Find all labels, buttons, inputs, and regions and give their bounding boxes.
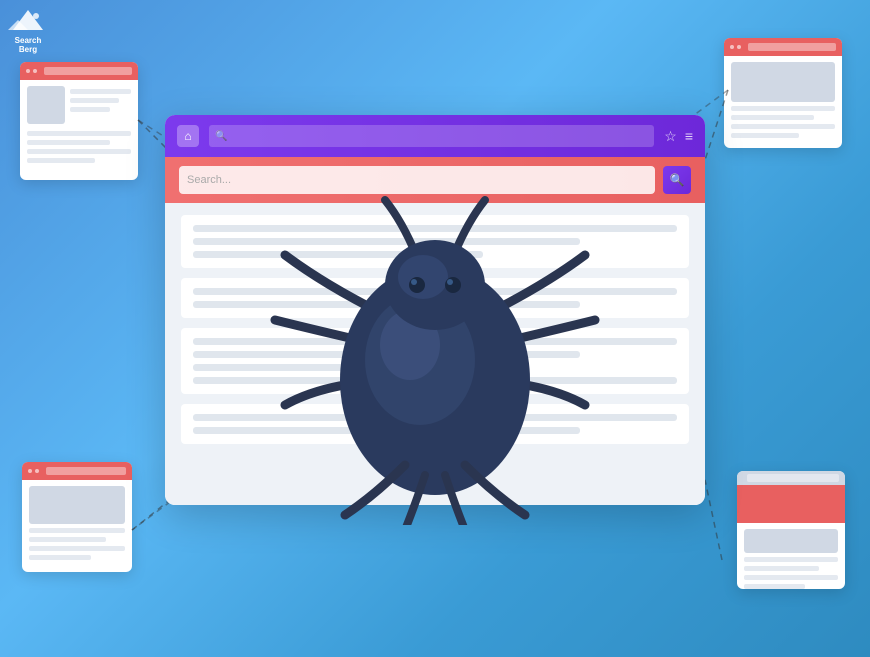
- content-line: [193, 225, 677, 232]
- content-line: [193, 251, 483, 258]
- card-line: [29, 546, 125, 551]
- card-line: [744, 557, 838, 562]
- card-dot: [730, 45, 734, 49]
- card-line: [70, 107, 110, 112]
- card-body: [737, 523, 845, 589]
- search-icon: 🔍: [215, 131, 227, 142]
- browser-search-bar: Search... 🔍: [165, 157, 705, 203]
- card-line: [27, 140, 110, 145]
- card-url-bar: [46, 467, 126, 475]
- search-placeholder: Search...: [187, 174, 231, 186]
- card-image: [29, 486, 125, 524]
- card-url-bar: [44, 67, 132, 75]
- search-input-field[interactable]: Search...: [179, 166, 655, 194]
- logo: SearchBerg: [8, 8, 48, 55]
- content-line: [193, 427, 580, 434]
- card-top-bar: [22, 462, 132, 480]
- content-line: [193, 288, 677, 295]
- card-body: [20, 80, 138, 169]
- card-url-bar: [748, 43, 836, 51]
- card-line: [70, 89, 131, 94]
- card-dot: [33, 69, 37, 73]
- card-dot: [28, 469, 32, 473]
- card-line: [27, 149, 131, 154]
- card-line: [70, 98, 119, 103]
- card-line: [27, 131, 131, 136]
- card-dot: [35, 469, 39, 473]
- card-line: [29, 555, 91, 560]
- card-url-bar: [747, 474, 839, 482]
- card-top-bar: [737, 471, 845, 485]
- card-line: [744, 584, 805, 589]
- content-block-2: [181, 278, 689, 318]
- webpage-card-top-right: [724, 38, 842, 148]
- card-top-bar: [724, 38, 842, 56]
- card-image: [27, 86, 65, 124]
- card-image: [744, 529, 838, 553]
- content-block-1: [181, 215, 689, 268]
- search-go-button[interactable]: 🔍: [663, 166, 691, 194]
- content-block-3: [181, 328, 689, 394]
- content-line: [193, 301, 580, 308]
- browser-window: ⌂ 🔍 ☆ ≡ Search... 🔍: [165, 115, 705, 505]
- content-block-4: [181, 404, 689, 444]
- content-line: [193, 338, 677, 345]
- card-dot: [26, 69, 30, 73]
- logo-text: SearchBerg: [15, 37, 42, 55]
- card-line: [731, 106, 835, 111]
- browser-content-area: [165, 203, 705, 505]
- card-line: [744, 575, 838, 580]
- home-icon: ⌂: [177, 125, 199, 147]
- browser-right-icons: ☆ ≡: [664, 128, 693, 145]
- card-top-bar: [20, 62, 138, 80]
- card-line: [731, 133, 799, 138]
- card-image: [731, 62, 835, 102]
- content-line: [193, 364, 483, 371]
- card-line: [27, 158, 95, 163]
- card-dot: [737, 45, 741, 49]
- webpage-card-bottom-left: [22, 462, 132, 572]
- browser-url-bar: 🔍: [209, 125, 654, 147]
- content-line: [193, 351, 580, 358]
- content-line: [193, 414, 677, 421]
- card-red-block: [737, 485, 845, 523]
- card-line: [731, 115, 814, 120]
- webpage-card-bottom-right: [737, 471, 845, 589]
- card-line: [744, 566, 819, 571]
- bookmark-icon: ☆: [664, 128, 677, 145]
- webpage-card-top-left: [20, 62, 138, 180]
- card-line: [731, 124, 835, 129]
- logo-mountain-icon: [8, 8, 48, 36]
- menu-icon: ≡: [685, 128, 693, 144]
- card-body: [22, 480, 132, 566]
- content-line: [193, 238, 580, 245]
- content-line: [193, 377, 677, 384]
- card-body: [724, 56, 842, 144]
- browser-nav-bar: ⌂ 🔍 ☆ ≡: [165, 115, 705, 157]
- card-line: [29, 528, 125, 533]
- card-line: [29, 537, 106, 542]
